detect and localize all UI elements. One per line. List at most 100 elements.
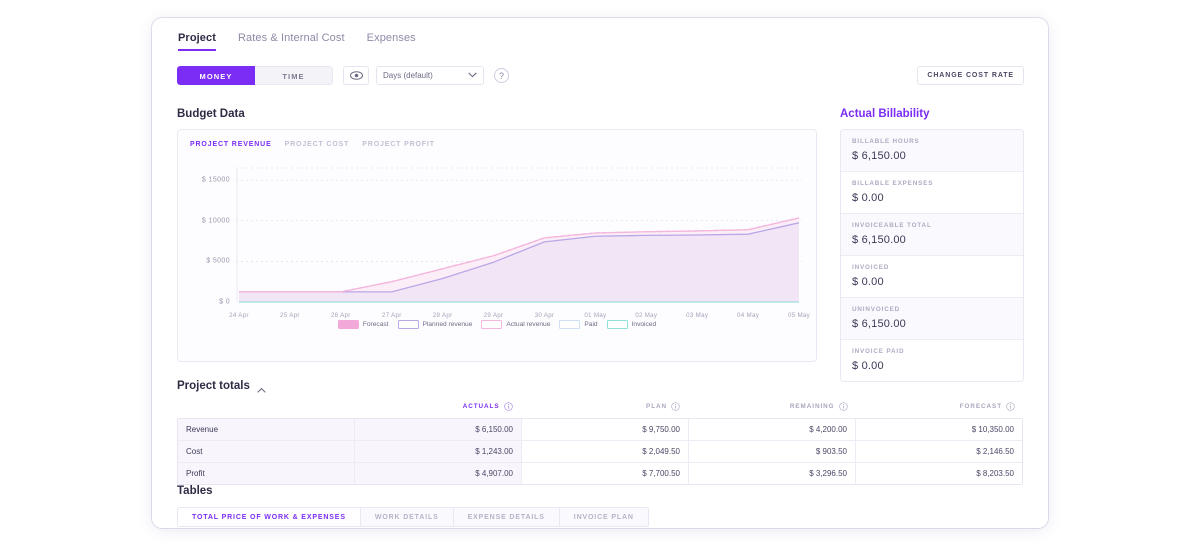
x-axis-tick-label: 27 Apr <box>381 312 402 319</box>
table-cell-remaining: $ 4,200.00 <box>688 419 855 440</box>
y-axis-tick-label: $ 0 <box>219 298 230 306</box>
chart-tab-project-revenue[interactable]: PROJECT REVENUE <box>190 141 272 148</box>
x-axis-tick-label: 04 May <box>737 312 760 319</box>
legend-item[interactable]: Paid <box>559 320 598 329</box>
billability-value: $ 0.00 <box>852 192 884 204</box>
table-cell-actuals: $ 6,150.00 <box>354 419 521 440</box>
table-cell-plan: $ 7,700.50 <box>521 463 688 484</box>
tab-expenses[interactable]: Expenses <box>367 32 416 49</box>
money-time-segmented-control: MONEY TIME <box>177 66 333 85</box>
table-header-label: PLAN <box>646 403 667 410</box>
info-icon[interactable] <box>671 402 680 411</box>
billability-row: BILLABLE EXPENSES $ 0.00 <box>841 172 1023 214</box>
period-select[interactable]: Days (default) <box>376 66 484 85</box>
chart-y-axis: $ 0 $ 5000 $ 10000 $ 15000 <box>178 160 236 310</box>
billability-row: INVOICED $ 0.00 <box>841 256 1023 298</box>
tab-rates-internal-cost[interactable]: Rates & Internal Cost <box>238 32 345 49</box>
tables-heading: Tables <box>177 485 213 497</box>
table-header-row: ACTUALS PLAN REMAINING FORECAST <box>177 398 1023 418</box>
project-totals-header[interactable]: Project totals <box>177 380 266 393</box>
tables-tab-expense-details[interactable]: EXPENSE DETAILS <box>453 507 560 527</box>
chart-svg <box>236 167 802 303</box>
billability-value: $ 0.00 <box>852 360 884 372</box>
actual-billability-heading: Actual Billability <box>840 108 930 120</box>
y-axis-tick-label: $ 10000 <box>201 217 230 225</box>
chevron-up-icon[interactable] <box>257 382 266 393</box>
table-row: Profit $ 4,907.00 $ 7,700.50 $ 3,296.50 $ 8,… <box>178 463 1022 484</box>
legend-item[interactable]: Invoiced <box>606 320 657 329</box>
legend-label: Paid <box>584 321 598 328</box>
help-button[interactable]: ? <box>494 68 509 83</box>
billability-label: UNINVOICED <box>852 306 901 313</box>
segment-money[interactable]: MONEY <box>177 66 255 85</box>
legend-label: Planned revenue <box>422 321 473 328</box>
table-cell-remaining: $ 903.50 <box>688 441 855 462</box>
billability-label: INVOICED <box>852 264 890 271</box>
billability-label: BILLABLE HOURS <box>852 138 920 145</box>
billability-row: INVOICE PAID $ 0.00 <box>841 340 1023 381</box>
page-root: Project Rates & Internal Cost Expenses M… <box>0 0 1200 546</box>
change-cost-rate-button[interactable]: CHANGE COST RATE <box>917 66 1024 85</box>
billability-label: BILLABLE EXPENSES <box>852 180 934 187</box>
eye-icon <box>349 67 363 85</box>
billability-row: BILLABLE HOURS $ 6,150.00 <box>841 130 1023 172</box>
actual-billability-panel: BILLABLE HOURS $ 6,150.00 BILLABLE EXPENSE… <box>840 129 1024 382</box>
x-axis-tick-label: 24 Apr <box>229 312 249 319</box>
tab-project[interactable]: Project <box>178 32 216 51</box>
x-axis-tick-label: 01 May <box>584 312 607 319</box>
chart-tab-project-cost[interactable]: PROJECT COST <box>285 141 350 148</box>
legend-swatch <box>481 320 503 329</box>
toolbar: MONEY TIME Days (default) ? <box>177 66 509 85</box>
x-axis-tick-label: 25 Apr <box>280 312 300 319</box>
billability-label: INVOICE PAID <box>852 348 905 355</box>
table-row: Revenue $ 6,150.00 $ 9,750.00 $ 4,200.00 $ 1… <box>178 419 1022 441</box>
legend-item[interactable]: Actual revenue <box>481 320 550 329</box>
y-axis-tick-label: $ 15000 <box>201 176 230 184</box>
table-header-actuals: ACTUALS <box>353 398 521 418</box>
table-header-name <box>177 398 353 418</box>
legend-item[interactable]: Planned revenue <box>397 320 473 329</box>
x-axis-tick-label: 28 Apr <box>432 312 453 319</box>
table-header-label: ACTUALS <box>462 403 500 410</box>
budget-chart-panel: PROJECT REVENUE PROJECT COST PROJECT PRO… <box>177 129 817 362</box>
table-header-label: REMAINING <box>789 403 835 410</box>
billability-value: $ 6,150.00 <box>852 318 906 330</box>
y-axis-tick-label: $ 5000 <box>206 257 230 265</box>
tables-tab-total-price-of-work-expenses[interactable]: TOTAL PRICE OF WORK & EXPENSES <box>177 507 361 527</box>
info-icon[interactable] <box>1006 402 1015 411</box>
legend-label: Forecast <box>362 321 389 328</box>
chart-plot-area: $ 0 $ 5000 $ 10000 $ 15000 24 Apr 25 Apr 26 A… <box>178 160 818 335</box>
budget-data-heading: Budget Data <box>177 108 245 120</box>
table-cell-actuals: $ 1,243.00 <box>354 441 521 462</box>
tables-tab-work-details[interactable]: WORK DETAILS <box>360 507 454 527</box>
x-axis-tick-label: 02 May <box>635 312 658 319</box>
top-tabs: Project Rates & Internal Cost Expenses <box>178 32 416 51</box>
question-mark-icon: ? <box>498 70 504 81</box>
legend-item[interactable]: Forecast <box>337 320 389 329</box>
table-header-remaining: REMAINING <box>688 398 856 418</box>
chart-tabs: PROJECT REVENUE PROJECT COST PROJECT PRO… <box>190 141 435 148</box>
chart-tab-project-profit[interactable]: PROJECT PROFIT <box>362 141 435 148</box>
project-budget-card: Project Rates & Internal Cost Expenses M… <box>152 18 1048 528</box>
table-cell-name: Profit <box>178 463 354 484</box>
project-totals-table: ACTUALS PLAN REMAINING FORECAST Revenue $ 6,… <box>177 398 1023 485</box>
table-cell-forecast: $ 10,350.00 <box>855 419 1022 440</box>
x-axis-tick-label: 03 May <box>686 312 709 319</box>
legend-label: Invoiced <box>631 321 657 328</box>
table-cell-forecast: $ 2,146.50 <box>855 441 1022 462</box>
x-axis-tick-label: 05 May <box>787 312 811 319</box>
x-axis-tick-label: 29 Apr <box>483 312 504 319</box>
table-header-forecast: FORECAST <box>856 398 1024 418</box>
billability-label: INVOICEABLE TOTAL <box>852 222 932 229</box>
segment-time[interactable]: TIME <box>255 66 333 85</box>
table-cell-remaining: $ 3,296.50 <box>688 463 855 484</box>
chart-legend: Forecast Planned revenue Actual revenue Pai… <box>178 320 816 329</box>
table-cell-plan: $ 9,750.00 <box>521 419 688 440</box>
info-icon[interactable] <box>838 402 848 411</box>
tables-tab-invoice-plan[interactable]: INVOICE PLAN <box>559 507 649 527</box>
x-axis-tick-label: 30 Apr <box>534 312 555 319</box>
visibility-toggle-button[interactable] <box>343 66 369 85</box>
info-icon[interactable] <box>503 402 513 411</box>
table-cell-name: Cost <box>178 441 354 462</box>
billability-row: UNINVOICED $ 6,150.00 <box>841 298 1023 340</box>
